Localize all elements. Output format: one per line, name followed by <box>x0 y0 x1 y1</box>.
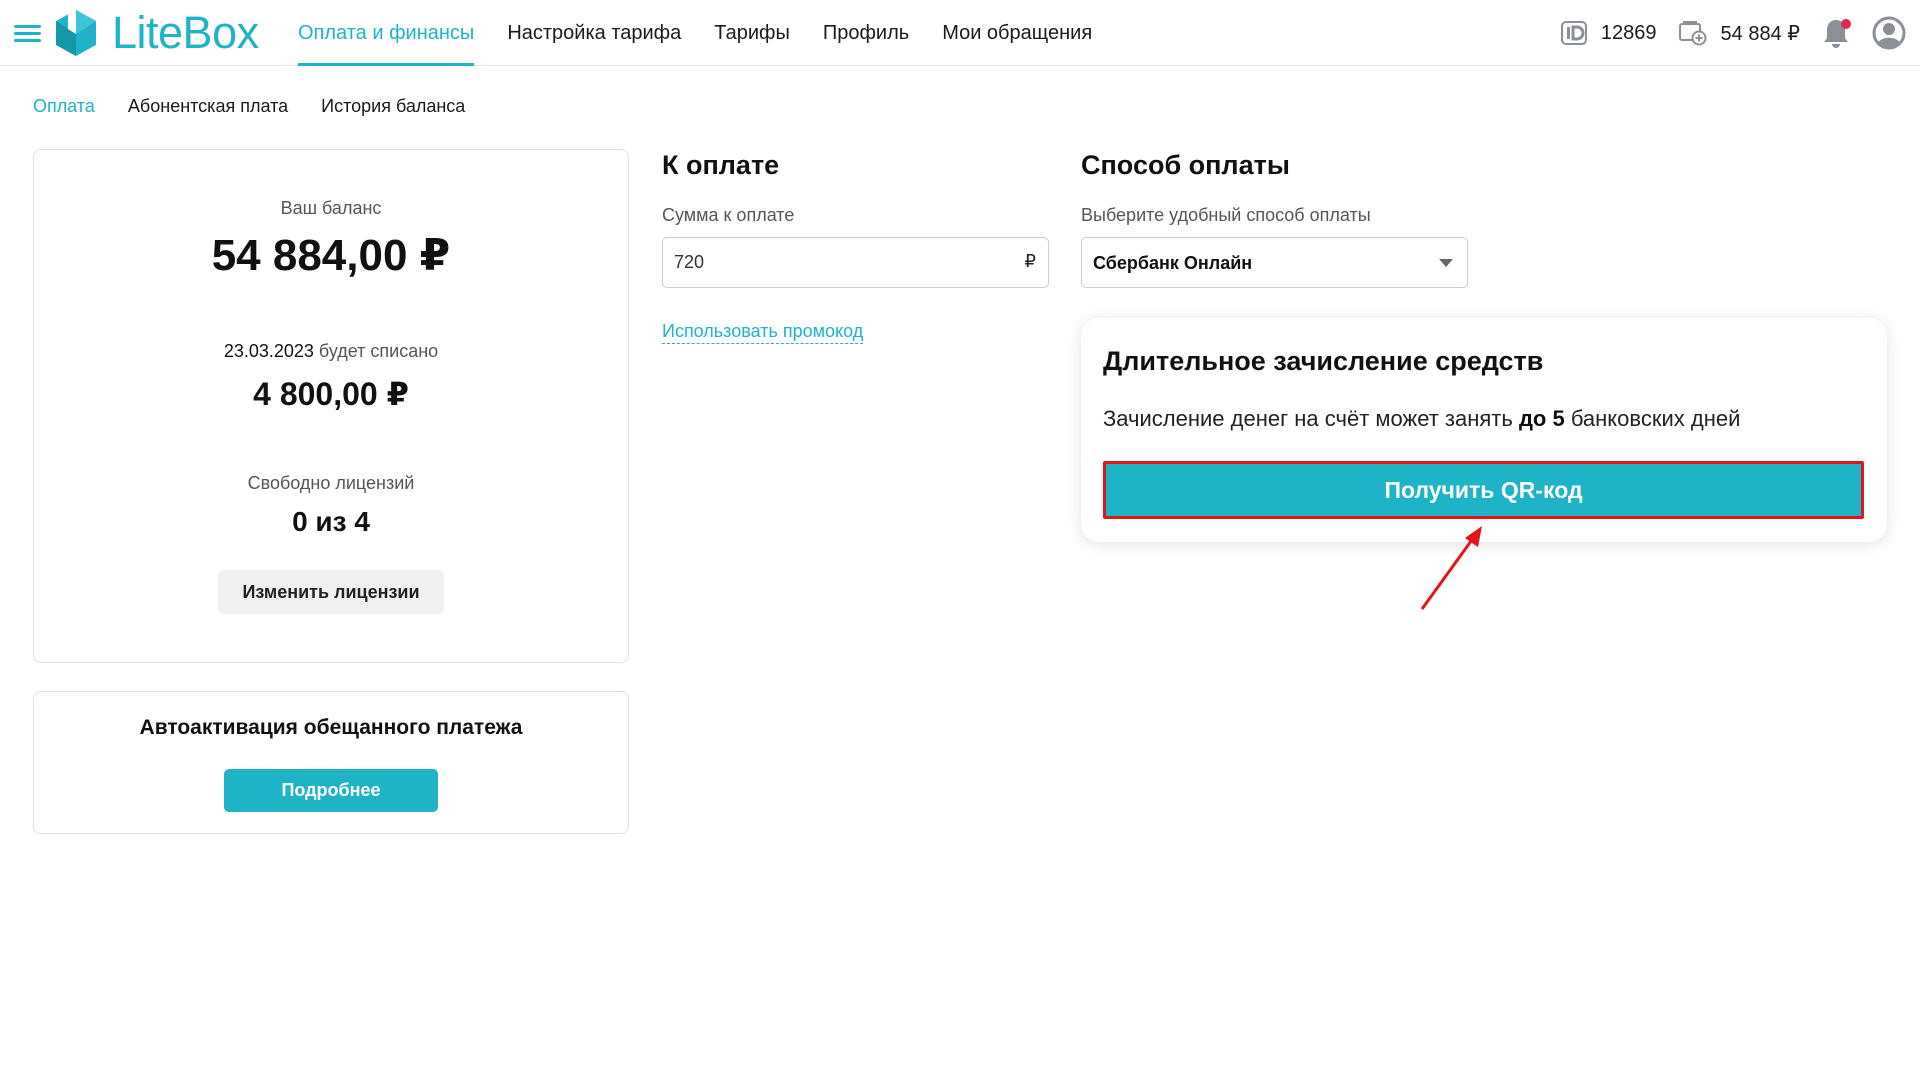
charge-date: 23.03.2023 <box>223 341 314 361</box>
info-text-part1: Зачисление денег на счёт может занять <box>1103 406 1519 431</box>
method-title: Способ оплаты <box>1081 150 1290 180</box>
method-subtitle: Выберите удобный способ оплаты <box>1081 205 1371 225</box>
header-balance-value: 54 884 ₽ <box>1720 22 1800 45</box>
tab-balance-history[interactable]: История баланса <box>321 96 465 117</box>
litebox-cube-icon <box>56 10 96 56</box>
logo[interactable]: LiteBox <box>54 6 259 60</box>
balance-label: Ваш баланс <box>280 198 382 218</box>
account-id: 12869 <box>1560 21 1657 45</box>
nav-payment-finance[interactable]: Оплата и финансы <box>298 0 475 66</box>
get-qr-code-button[interactable]: Получить QR-код <box>1103 461 1864 519</box>
charge-value: 4 800,00 ₽ <box>253 376 409 412</box>
menu-icon[interactable] <box>14 25 41 42</box>
main-nav: Оплата и финансы Настройка тарифа Тарифы… <box>298 0 1125 66</box>
info-text-part2: банковских дней <box>1564 406 1741 431</box>
amount-field: ₽ <box>662 237 1049 288</box>
amount-input[interactable] <box>663 238 993 287</box>
licenses-value: 0 из 4 <box>292 506 370 537</box>
balance-card: Ваш баланс 54 884,00 ₽ 23.03.2023 будет … <box>33 149 629 663</box>
header-balance[interactable]: 54 884 ₽ <box>1678 20 1800 46</box>
top-header: LiteBox Оплата и финансы Настройка тариф… <box>0 0 1920 66</box>
logo-text: LiteBox <box>112 7 259 58</box>
charge-text: будет списано <box>313 341 439 361</box>
nav-tariffs[interactable]: Тарифы <box>714 0 790 66</box>
chevron-down-icon <box>1439 259 1453 267</box>
details-button[interactable]: Подробнее <box>224 769 438 812</box>
payment-title: К оплате <box>662 150 780 180</box>
nav-my-tickets[interactable]: Мои обращения <box>942 0 1092 66</box>
red-arrow-annotation <box>1420 526 1482 610</box>
notification-dot <box>1841 19 1851 29</box>
change-licenses-button[interactable]: Изменить лицензии <box>218 570 444 614</box>
id-icon <box>1560 21 1587 45</box>
payment-method-value: Сбербанк Онлайн <box>1093 253 1253 273</box>
licenses-label: Свободно лицензий <box>247 473 415 493</box>
nav-tariff-settings[interactable]: Настройка тарифа <box>507 0 681 66</box>
auto-activation-title: Автоактивация обещанного платежа <box>139 716 523 739</box>
currency-symbol: ₽ <box>1024 251 1036 271</box>
info-text-bold: до 5 <box>1518 406 1565 431</box>
user-icon <box>1872 16 1906 50</box>
info-title: Длительное зачисление средств <box>1103 346 1544 376</box>
user-avatar[interactable] <box>1872 16 1906 50</box>
header-right: 12869 54 884 ₽ <box>1560 0 1920 66</box>
balance-value: 54 884,00 ₽ <box>211 231 451 280</box>
payment-subtabs: Оплата Абонентская плата История баланса <box>33 96 498 117</box>
account-id-value: 12869 <box>1600 21 1657 44</box>
wallet-add-icon <box>1678 21 1707 46</box>
notifications-bell[interactable] <box>1822 17 1852 49</box>
tab-payment[interactable]: Оплата <box>33 96 95 117</box>
auto-activation-card: Автоактивация обещанного платежа Подробн… <box>33 691 629 834</box>
payment-method-select[interactable]: Сбербанк Онлайн <box>1081 237 1468 288</box>
tab-subscription-fee[interactable]: Абонентская плата <box>128 96 288 117</box>
use-promocode-link[interactable]: Использовать промокод <box>662 321 864 344</box>
long-transfer-card: Длительное зачисление средств Зачисление… <box>1081 318 1887 542</box>
amount-label: Сумма к оплате <box>662 205 795 225</box>
nav-profile[interactable]: Профиль <box>823 0 909 66</box>
info-text: Зачисление денег на счёт может занять до… <box>1103 406 1740 432</box>
charge-label: 23.03.2023 будет списано <box>34 341 628 362</box>
